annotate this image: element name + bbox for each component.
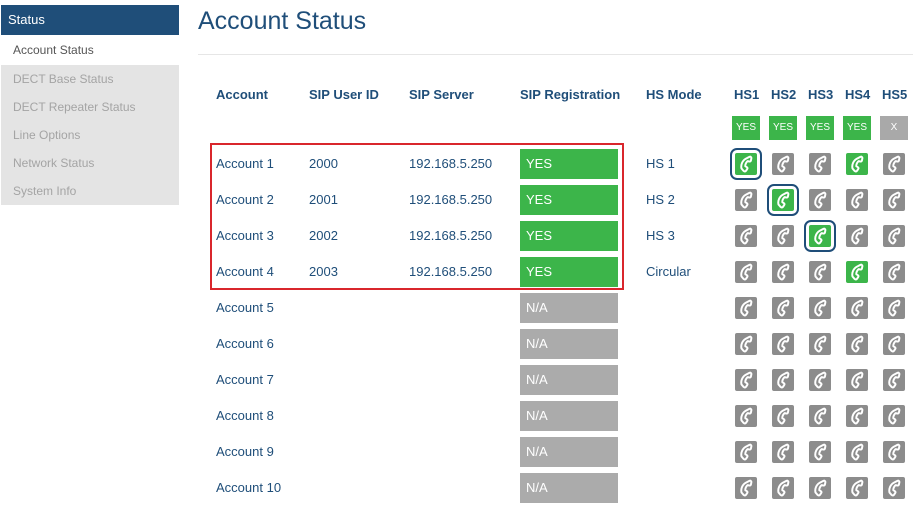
sidebar: Status Account Status DECT Base Status D… <box>1 5 179 205</box>
handset-5-phone-icon[interactable] <box>883 405 905 427</box>
handset-4-phone-icon[interactable] <box>846 333 868 355</box>
handset-4-phone-icon[interactable] <box>846 477 868 499</box>
handset-2-phone-icon[interactable] <box>772 369 794 391</box>
handset-5-phone-icon[interactable] <box>883 477 905 499</box>
sip-registration-status: N/A <box>520 293 618 323</box>
hs4-status-badge: YES <box>843 116 871 140</box>
account-name: Account 10 <box>216 480 282 495</box>
sip-registration-status: N/A <box>520 401 618 431</box>
hs-mode: HS 3 <box>646 228 675 243</box>
handset-5-phone-icon[interactable] <box>883 441 905 463</box>
handset-4-phone-icon[interactable] <box>846 441 868 463</box>
column-header-account: Account <box>216 87 268 102</box>
handset-1-phone-icon[interactable] <box>735 189 757 211</box>
handset-3-phone-icon[interactable] <box>809 261 831 283</box>
handset-3-phone-icon[interactable] <box>809 441 831 463</box>
handset-4-phone-icon[interactable] <box>846 369 868 391</box>
handset-1-phone-icon[interactable] <box>735 441 757 463</box>
handset-3-phone-icon[interactable] <box>809 297 831 319</box>
hs3-status-badge: YES <box>806 116 834 140</box>
sidebar-item-dect-repeater-status[interactable]: DECT Repeater Status <box>1 93 179 121</box>
sidebar-header-status[interactable]: Status <box>1 5 179 35</box>
handset-3-phone-icon[interactable] <box>809 333 831 355</box>
sip-registration-status: N/A <box>520 473 618 503</box>
handset-1-phone-icon[interactable] <box>735 297 757 319</box>
title-divider <box>198 54 913 55</box>
handset-2-phone-icon[interactable] <box>772 477 794 499</box>
page-title: Account Status <box>198 7 367 35</box>
hs-mode: HS 2 <box>646 192 675 207</box>
account-name: Account 9 <box>216 444 274 459</box>
column-header-hs4: HS4 <box>845 87 871 102</box>
handset-2-phone-icon[interactable] <box>772 153 794 175</box>
handset-2-phone-icon[interactable] <box>772 441 794 463</box>
account-name: Account 5 <box>216 300 274 315</box>
account-name: Account 6 <box>216 336 274 351</box>
handset-2-phone-icon[interactable] <box>767 184 799 216</box>
column-header-hs1: HS1 <box>734 87 760 102</box>
hs5-status-badge: X <box>880 116 908 140</box>
handset-4-phone-icon[interactable] <box>846 225 868 247</box>
sidebar-item-account-status[interactable]: Account Status <box>1 35 179 65</box>
handset-1-phone-icon[interactable] <box>735 405 757 427</box>
handset-4-phone-icon[interactable] <box>846 405 868 427</box>
handset-1-phone-icon[interactable] <box>735 225 757 247</box>
handset-3-phone-icon[interactable] <box>809 153 831 175</box>
handset-3-phone-icon[interactable] <box>809 405 831 427</box>
handset-2-phone-icon[interactable] <box>772 261 794 283</box>
handset-4-phone-icon[interactable] <box>846 261 868 283</box>
handset-5-phone-icon[interactable] <box>883 261 905 283</box>
handset-1-phone-icon[interactable] <box>730 148 762 180</box>
column-header-sip-user-id: SIP User ID <box>309 87 379 102</box>
handset-5-phone-icon[interactable] <box>883 153 905 175</box>
handset-1-phone-icon[interactable] <box>735 333 757 355</box>
handset-2-phone-icon[interactable] <box>772 333 794 355</box>
handset-5-phone-icon[interactable] <box>883 297 905 319</box>
highlight-box <box>210 143 624 290</box>
sip-registration-status: N/A <box>520 437 618 467</box>
handset-5-phone-icon[interactable] <box>883 225 905 247</box>
sidebar-item-network-status[interactable]: Network Status <box>1 149 179 177</box>
handset-4-phone-icon[interactable] <box>846 189 868 211</box>
sip-registration-status: N/A <box>520 329 618 359</box>
handset-1-phone-icon[interactable] <box>735 477 757 499</box>
column-header-hs5: HS5 <box>882 87 908 102</box>
handset-3-phone-icon[interactable] <box>809 369 831 391</box>
hs2-status-badge: YES <box>769 116 797 140</box>
hs1-status-badge: YES <box>732 116 760 140</box>
sidebar-item-line-options[interactable]: Line Options <box>1 121 179 149</box>
handset-4-phone-icon[interactable] <box>846 153 868 175</box>
column-header-hs-mode: HS Mode <box>646 87 702 102</box>
handset-1-phone-icon[interactable] <box>735 369 757 391</box>
column-header-hs2: HS2 <box>771 87 797 102</box>
handset-2-phone-icon[interactable] <box>772 405 794 427</box>
hs-mode: Circular <box>646 264 691 279</box>
account-name: Account 8 <box>216 408 274 423</box>
sip-registration-status: N/A <box>520 365 618 395</box>
handset-3-phone-icon[interactable] <box>809 189 831 211</box>
handset-3-phone-icon[interactable] <box>809 477 831 499</box>
account-name: Account 7 <box>216 372 274 387</box>
handset-4-phone-icon[interactable] <box>846 297 868 319</box>
handset-2-phone-icon[interactable] <box>772 297 794 319</box>
handset-5-phone-icon[interactable] <box>883 369 905 391</box>
handset-5-phone-icon[interactable] <box>883 189 905 211</box>
column-header-sip-registration: SIP Registration <box>520 87 621 102</box>
column-header-sip-server: SIP Server <box>409 87 474 102</box>
handset-5-phone-icon[interactable] <box>883 333 905 355</box>
sidebar-item-system-info[interactable]: System Info <box>1 177 179 205</box>
handset-1-phone-icon[interactable] <box>735 261 757 283</box>
sidebar-menu: Account Status DECT Base Status DECT Rep… <box>1 35 179 205</box>
column-header-hs3: HS3 <box>808 87 834 102</box>
handset-2-phone-icon[interactable] <box>772 225 794 247</box>
sidebar-item-dect-base-status[interactable]: DECT Base Status <box>1 65 179 93</box>
hs-mode: HS 1 <box>646 156 675 171</box>
handset-3-phone-icon[interactable] <box>804 220 836 252</box>
